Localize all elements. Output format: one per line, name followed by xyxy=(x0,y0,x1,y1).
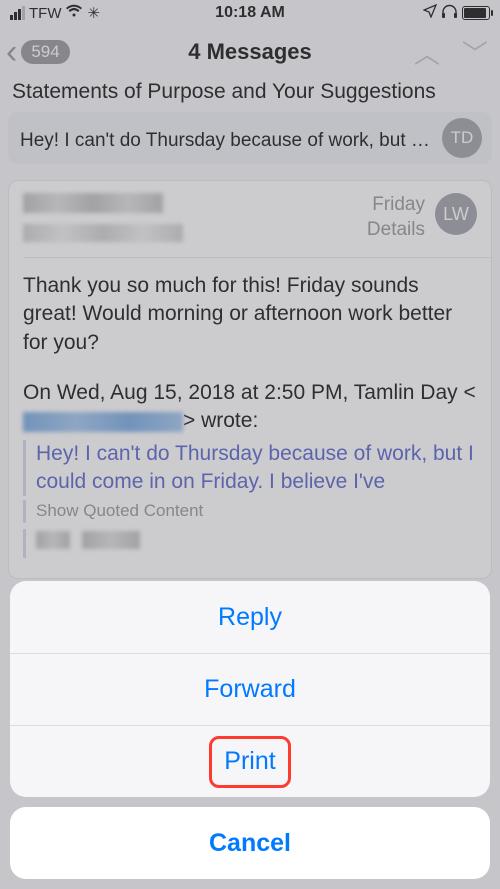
forward-button[interactable]: Forward xyxy=(10,653,490,725)
reply-button[interactable]: Reply xyxy=(10,581,490,653)
action-sheet: Reply Forward Print Cancel xyxy=(10,581,490,879)
print-button[interactable]: Print xyxy=(10,725,490,797)
cancel-button[interactable]: Cancel xyxy=(10,807,490,879)
